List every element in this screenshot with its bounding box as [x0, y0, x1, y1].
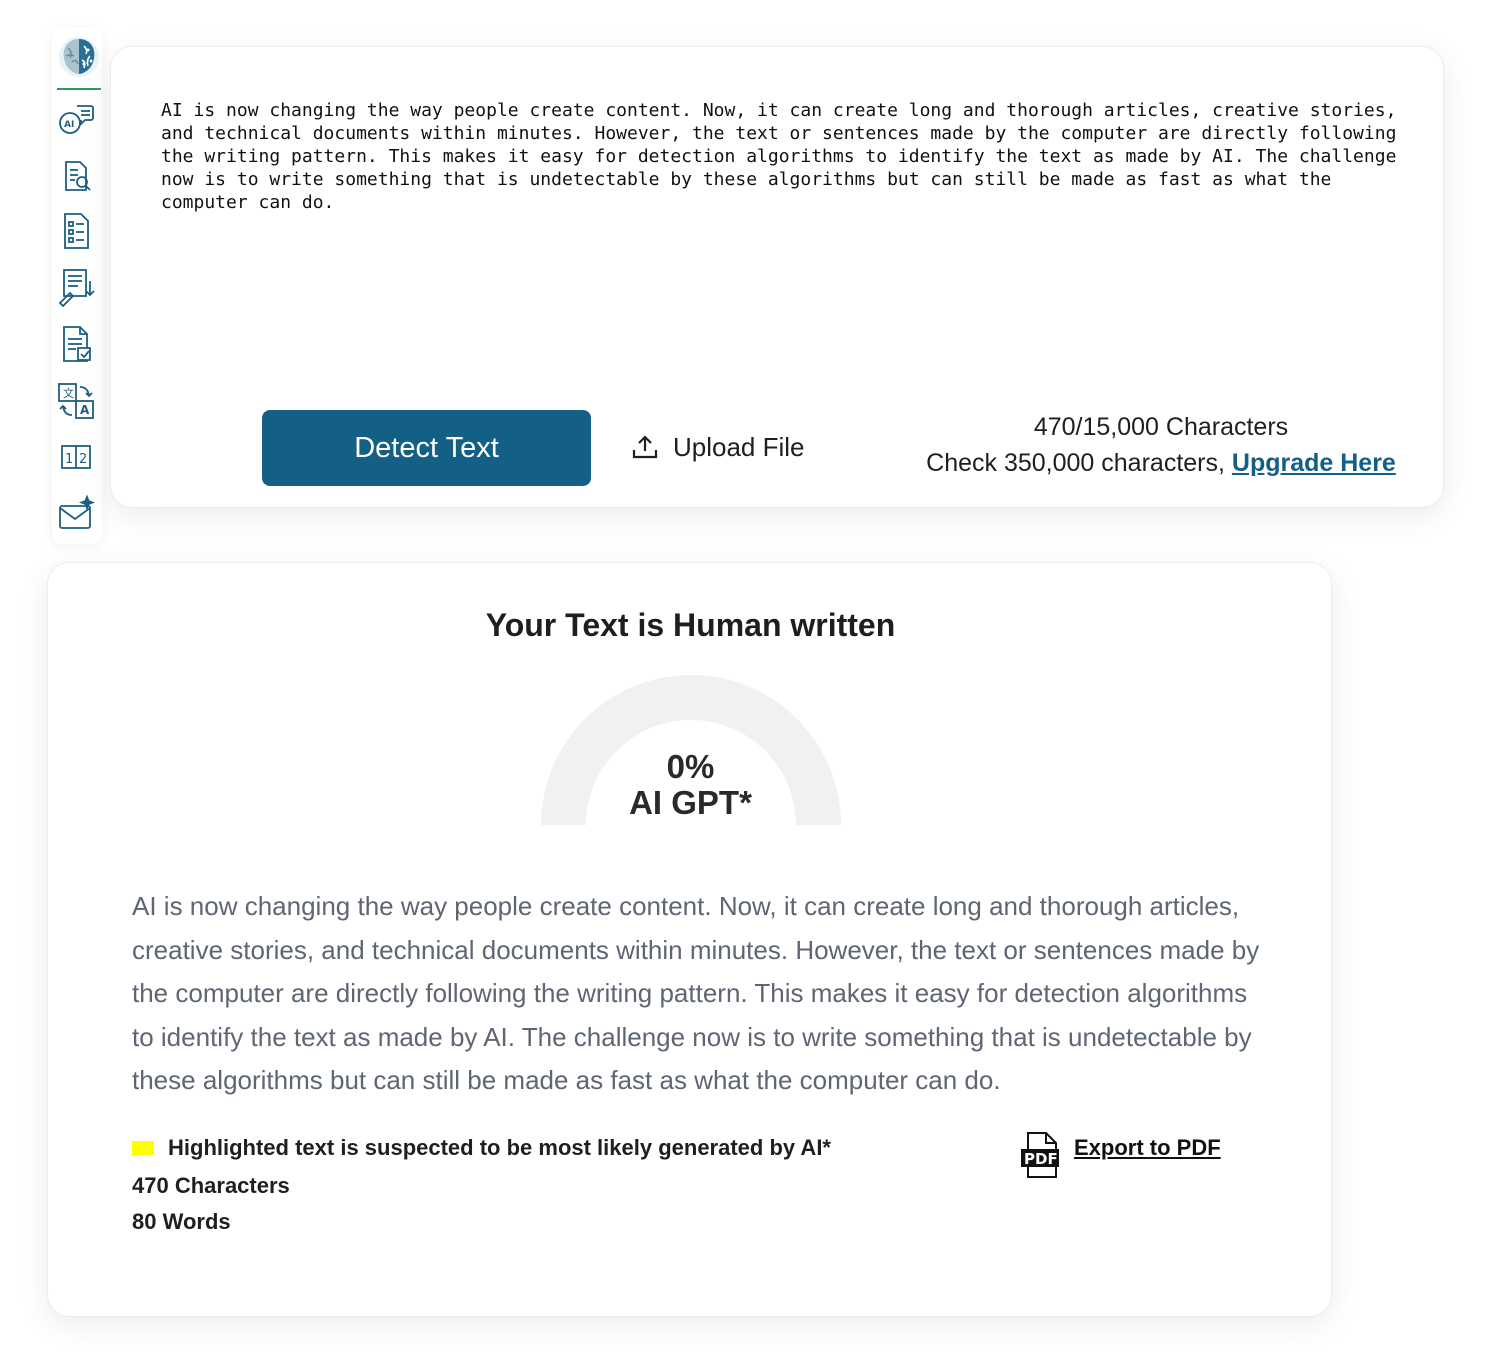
result-title: Your Text is Human written — [485, 607, 896, 643]
document-list-icon[interactable] — [56, 211, 96, 251]
upgrade-line: Check 350,000 characters, Upgrade Here — [901, 445, 1421, 481]
upload-file-label: Upload File — [673, 431, 805, 462]
upgrade-link[interactable]: Upgrade Here — [1232, 449, 1396, 477]
text-input-area[interactable]: AI is now changing the way people create… — [161, 99, 1401, 214]
email-sparkle-icon[interactable] — [56, 494, 96, 534]
pdf-icon: PDF — [1021, 1132, 1059, 1178]
ai-percent: 0% — [666, 748, 715, 785]
word-count: 80 Words — [132, 1209, 231, 1234]
highlight-legend-text: Highlighted text is suspected to be most… — [168, 1135, 831, 1160]
highlight-legend: Highlighted text is suspected to be most… — [132, 1135, 831, 1161]
svg-text:1: 1 — [65, 452, 73, 467]
input-card: AI is now changing the way people create… — [110, 46, 1444, 508]
document-check-icon[interactable] — [56, 324, 96, 364]
ai-gauge-label: AI GPT* — [629, 784, 752, 821]
rewrite-tool-icon[interactable] — [56, 267, 96, 307]
compare-icon[interactable]: 1 2 — [56, 437, 96, 477]
char-count-text: 470/15,000 Characters — [1033, 413, 1289, 441]
brain-logo-icon[interactable] — [57, 34, 101, 90]
upgrade-prefix: Check 350,000 characters, — [926, 449, 1232, 477]
upload-icon — [632, 435, 658, 459]
svg-text:2: 2 — [79, 452, 87, 467]
svg-text:PDF: PDF — [1024, 1150, 1058, 1168]
svg-text:AI: AI — [64, 120, 74, 130]
svg-text:A: A — [80, 403, 90, 417]
document-search-icon[interactable] — [56, 156, 96, 196]
analyzed-text: AI is now changing the way people create… — [132, 891, 1260, 1096]
upload-file-button[interactable]: Upload File — [631, 427, 805, 467]
character-counter: 470/15,000 Characters Check 350,000 char… — [901, 409, 1421, 481]
export-pdf-label: Export to PDF — [1074, 1135, 1221, 1160]
character-count: 470 Characters — [132, 1173, 290, 1198]
result-card: Your Text is Human written 0% AI GPT* AI… — [47, 562, 1332, 1317]
export-pdf-button[interactable]: PDF Export to PDF — [1020, 1131, 1221, 1179]
svg-text:文: 文 — [63, 386, 74, 400]
sidebar: AI 文 A 1 2 — [52, 28, 102, 544]
highlight-swatch — [132, 1141, 154, 1155]
detect-text-button[interactable]: Detect Text — [262, 410, 591, 486]
translate-icon[interactable]: 文 A — [56, 381, 96, 421]
ai-chat-icon[interactable]: AI — [56, 100, 96, 140]
